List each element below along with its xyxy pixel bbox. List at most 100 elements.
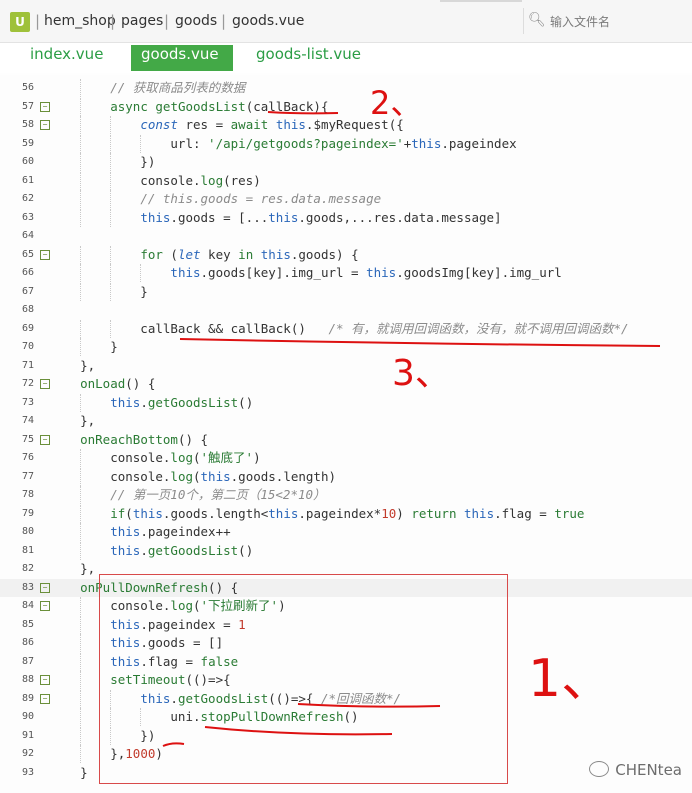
- watermark: CHENtea: [589, 761, 682, 779]
- line-number: 91: [21, 729, 34, 741]
- breadcrumb-separator-icon: |: [164, 12, 170, 30]
- line-number: 78: [21, 489, 34, 500]
- line-number: 56: [21, 82, 34, 93]
- line-number: 82: [21, 563, 34, 574]
- line-number: 76: [21, 452, 34, 463]
- tab-goods-list-vue[interactable]: goods-list.vue: [246, 45, 371, 71]
- fold-toggle-icon[interactable]: −: [40, 379, 50, 389]
- code-line[interactable]: 56 // 获取商品列表的数据: [0, 79, 692, 97]
- code-line[interactable]: 76 console.log('触底了'): [0, 449, 692, 467]
- code-text: // this.goods = res.data.message: [140, 191, 382, 206]
- code-line[interactable]: 75− onReachBottom() {: [0, 431, 692, 449]
- fold-toggle-icon[interactable]: −: [40, 434, 50, 445]
- code-line[interactable]: 69 callBack && callBack() /* 有，就调用回调函数，没…: [0, 319, 692, 338]
- code-line[interactable]: 60 }): [0, 153, 692, 171]
- fold-toggle-icon[interactable]: −: [40, 120, 50, 130]
- code-line[interactable]: 79 if(this.goods.length<this.pageindex*1…: [0, 504, 692, 523]
- line-number: 84: [21, 600, 34, 611]
- line-number: 63: [21, 211, 34, 223]
- line-number: 65: [21, 248, 34, 260]
- code-line[interactable]: 68: [0, 301, 692, 319]
- code-text: async getGoodsList(callBack){: [110, 98, 329, 114]
- code-text: // 第一页10个，第二页（15<2*10）: [110, 487, 326, 502]
- line-number: 90: [21, 711, 34, 722]
- line-number: 62: [21, 193, 34, 204]
- line-number: 67: [21, 285, 34, 297]
- breadcrumb-item-goods[interactable]: goods: [175, 13, 217, 29]
- fold-toggle-icon[interactable]: −: [40, 101, 50, 112]
- code-line[interactable]: 59 url: '/api/getgoods?pageindex='+this.…: [0, 134, 692, 153]
- code-text: onReachBottom() {: [80, 431, 209, 447]
- fold-toggle-icon[interactable]: −: [40, 675, 50, 685]
- code-text: }: [50, 764, 88, 780]
- highlight-box: [99, 574, 508, 784]
- line-number: 77: [21, 470, 34, 482]
- code-text: console.log(this.goods.length): [50, 468, 336, 484]
- code-text: }: [50, 283, 148, 299]
- breadcrumb-item-pages[interactable]: pages: [121, 13, 163, 29]
- breadcrumb-item-file[interactable]: goods.vue: [232, 13, 304, 29]
- wechat-icon: [589, 761, 610, 777]
- fold-toggle-icon[interactable]: −: [40, 601, 50, 611]
- annotation-three: 3、: [392, 353, 451, 394]
- fold-toggle-icon[interactable]: −: [40, 582, 50, 593]
- code-text: },: [50, 561, 96, 576]
- code-text: this.goods[key].img_url = this.goodsImg[…: [170, 265, 562, 280]
- code-line[interactable]: 80 this.pageindex++: [0, 523, 692, 541]
- file-search-input[interactable]: 🔍︎ 输入文件名: [528, 10, 686, 32]
- annotation-one: 1、: [528, 649, 614, 709]
- code-text: console.log(res): [50, 172, 261, 188]
- breadcrumb-item-project[interactable]: hem_shop: [44, 13, 116, 29]
- code-text: callBack && callBack() /* 有，就调用回调函数，没有，就…: [50, 320, 629, 336]
- editor-tab-bar: index.vue goods.vue goods-list.vue: [0, 43, 692, 73]
- line-number: 60: [21, 156, 34, 167]
- fold-toggle-icon[interactable]: −: [40, 249, 50, 260]
- code-line[interactable]: 62 // this.goods = res.data.message: [0, 190, 692, 208]
- breadcrumb-separator-icon: |: [221, 12, 227, 30]
- line-number: 87: [21, 655, 34, 667]
- line-number: 86: [21, 637, 34, 648]
- hbuilder-logo-icon: U: [10, 12, 30, 32]
- code-line[interactable]: 57− async getGoodsList(callBack){: [0, 97, 692, 116]
- code-line[interactable]: 66 this.goods[key].img_url = this.goodsI…: [0, 264, 692, 282]
- code-text: onLoad() {: [80, 376, 156, 391]
- code-line[interactable]: 63 this.goods = [...this.goods,...res.da…: [0, 208, 692, 227]
- breadcrumb-separator-icon: |: [110, 12, 116, 30]
- line-number: 88: [21, 674, 34, 685]
- tab-goods-vue[interactable]: goods.vue: [131, 45, 233, 71]
- line-number: 59: [21, 137, 34, 149]
- code-line[interactable]: 65− for (let key in this.goods) {: [0, 245, 692, 264]
- line-number: 89: [21, 692, 34, 704]
- top-edge-line: [440, 0, 522, 2]
- line-number: 85: [21, 618, 34, 630]
- code-text: const res = await this.$myRequest({: [140, 117, 404, 132]
- line-number: 61: [21, 174, 34, 186]
- code-line[interactable]: 67 }: [0, 282, 692, 301]
- line-number: 73: [21, 396, 34, 408]
- tab-index-vue[interactable]: index.vue: [20, 45, 113, 71]
- code-line[interactable]: 81 this.getGoodsList(): [0, 541, 692, 560]
- code-text: for (let key in this.goods) {: [140, 246, 359, 262]
- code-line[interactable]: 72− onLoad() {: [0, 375, 692, 393]
- code-line[interactable]: 78 // 第一页10个，第二页（15<2*10）: [0, 486, 692, 504]
- line-number: 72: [21, 378, 34, 389]
- code-line[interactable]: 58− const res = await this.$myRequest({: [0, 116, 692, 134]
- line-number: 58: [21, 119, 34, 130]
- code-line[interactable]: 77 console.log(this.goods.length): [0, 467, 692, 486]
- code-text: this.pageindex++: [110, 524, 231, 539]
- line-number: 66: [21, 267, 34, 278]
- fold-toggle-icon[interactable]: −: [40, 693, 50, 704]
- code-line[interactable]: 71 },: [0, 357, 692, 375]
- code-text: if(this.goods.length<this.pageindex*10) …: [110, 505, 585, 521]
- code-text: },: [50, 413, 96, 428]
- code-line[interactable]: 70 }: [0, 338, 692, 356]
- code-line[interactable]: 74 },: [0, 412, 692, 430]
- code-line[interactable]: 64: [0, 227, 692, 245]
- code-text: // 获取商品列表的数据: [110, 80, 246, 95]
- line-number: 57: [21, 100, 34, 112]
- code-line[interactable]: 61 console.log(res): [0, 171, 692, 190]
- code-line[interactable]: 73 this.getGoodsList(): [0, 393, 692, 412]
- code-text: }): [50, 154, 156, 169]
- file-search-placeholder: 输入文件名: [550, 15, 611, 29]
- code-text: this.getGoodsList(): [110, 542, 254, 558]
